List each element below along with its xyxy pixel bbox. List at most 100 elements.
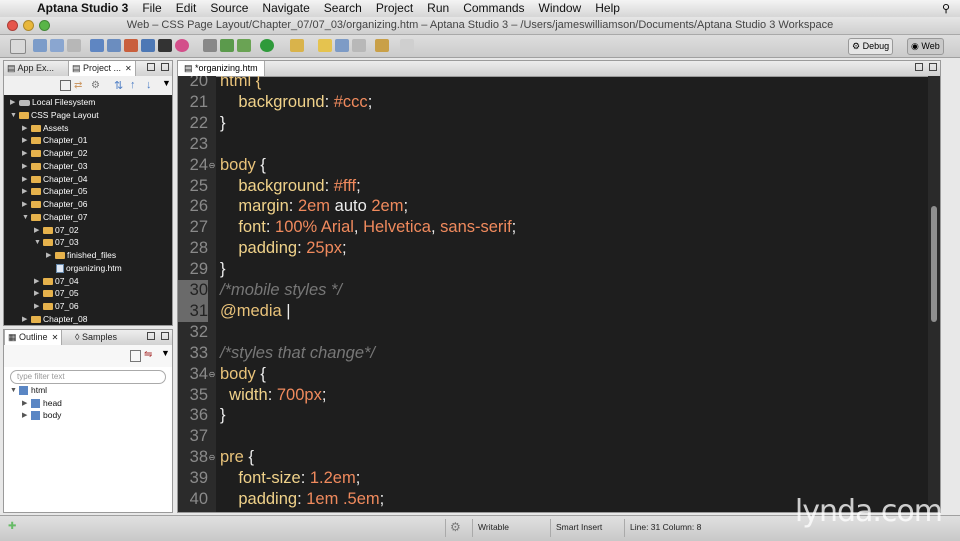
tree-item[interactable]: ▶ Assets bbox=[22, 122, 69, 135]
tree-item[interactable]: ▶ Chapter_06 bbox=[22, 198, 87, 211]
minimize-editor-icon[interactable] bbox=[915, 63, 923, 71]
collapsed-arrow-icon[interactable]: ▶ bbox=[22, 122, 29, 135]
fold-toggle-icon[interactable]: ⊖ bbox=[208, 447, 216, 468]
code-line[interactable]: html { bbox=[220, 76, 261, 92]
home-icon[interactable] bbox=[124, 39, 138, 52]
fold-toggle-icon[interactable]: ⊖ bbox=[208, 155, 216, 176]
tree-item[interactable]: ▼ CSS Page Layout bbox=[10, 109, 99, 122]
fold-toggle-icon[interactable]: ⊖ bbox=[208, 364, 216, 385]
print-icon[interactable] bbox=[67, 39, 81, 52]
close-outline-tab-icon[interactable]: ✕ bbox=[52, 333, 59, 342]
code-line[interactable]: } bbox=[220, 259, 226, 280]
expanded-arrow-icon[interactable]: ▼ bbox=[10, 109, 17, 122]
collapsed-arrow-icon[interactable]: ▶ bbox=[22, 397, 29, 410]
code-line[interactable]: /*styles that change*/ bbox=[220, 343, 375, 364]
tree-item[interactable]: organizing.htm bbox=[46, 262, 122, 275]
spotlight-icon[interactable]: ⚲ bbox=[942, 2, 950, 15]
save-all-icon[interactable] bbox=[50, 39, 64, 52]
app-menu[interactable]: Aptana Studio 3 bbox=[30, 0, 135, 17]
pencil-icon[interactable] bbox=[318, 39, 332, 52]
task-icon[interactable] bbox=[352, 39, 366, 52]
settings-gear-icon[interactable]: ⚙ bbox=[450, 520, 461, 534]
code-line[interactable]: } bbox=[220, 405, 226, 426]
down-arrow-icon[interactable]: ↓ bbox=[146, 79, 152, 91]
new-file-icon[interactable] bbox=[10, 39, 26, 54]
code-editor[interactable]: ▤ *organizing.htm 20 html {21 background:… bbox=[177, 60, 941, 513]
menu-source[interactable]: Source bbox=[203, 0, 255, 17]
tree-item[interactable]: ▶ 07_02 bbox=[34, 224, 79, 237]
outline-item[interactable]: ▶ head bbox=[22, 397, 62, 410]
menu-search[interactable]: Search bbox=[317, 0, 369, 17]
terminal-icon[interactable] bbox=[141, 39, 155, 52]
collapsed-arrow-icon[interactable]: ▶ bbox=[22, 313, 29, 326]
save-icon[interactable] bbox=[33, 39, 47, 52]
code-line[interactable]: body { bbox=[220, 364, 266, 385]
tree-item[interactable]: ▶ Chapter_05 bbox=[22, 185, 87, 198]
outline-filter-input[interactable]: type filter text bbox=[10, 370, 166, 384]
menu-window[interactable]: Window bbox=[532, 0, 589, 17]
collapsed-arrow-icon[interactable]: ▶ bbox=[22, 409, 29, 422]
up-arrow-icon[interactable]: ↑ bbox=[130, 79, 136, 91]
code-area[interactable]: 20 html {21 background: #ccc; 22} 23 24 ⊖ body… bbox=[178, 76, 928, 512]
tree-item[interactable]: ▶ Chapter_08 bbox=[22, 313, 87, 326]
code-line[interactable]: width: 700px; bbox=[220, 385, 326, 406]
code-line[interactable]: pre { bbox=[220, 447, 254, 468]
collapsed-arrow-icon[interactable]: ▶ bbox=[22, 147, 29, 160]
collapsed-arrow-icon[interactable]: ▶ bbox=[22, 134, 29, 147]
menu-project[interactable]: Project bbox=[369, 0, 420, 17]
color-wheel-icon[interactable] bbox=[175, 39, 189, 52]
maximize-panel-icon[interactable] bbox=[161, 63, 169, 71]
code-line[interactable]: margin: 2em auto 2em; bbox=[220, 196, 408, 217]
menu-edit[interactable]: Edit bbox=[169, 0, 204, 17]
tree-item[interactable]: ▶ 07_04 bbox=[34, 275, 79, 288]
web-perspective-button[interactable]: ◉ Web bbox=[907, 38, 944, 55]
debug-bug-icon[interactable] bbox=[237, 39, 251, 52]
tab-organizing-htm[interactable]: ▤ *organizing.htm bbox=[178, 61, 265, 76]
minimize-outline-icon[interactable] bbox=[147, 332, 155, 340]
tree-item[interactable]: ▶ Chapter_01 bbox=[22, 134, 87, 147]
tree-item[interactable]: ▶ finished_files bbox=[46, 249, 116, 262]
link-editor-icon[interactable]: ⇄ bbox=[74, 80, 82, 91]
collapsed-arrow-icon[interactable]: ▶ bbox=[34, 275, 41, 288]
layout-icon[interactable] bbox=[90, 39, 104, 52]
wand-icon[interactable] bbox=[290, 39, 304, 52]
tree-item[interactable]: ▶ Chapter_03 bbox=[22, 160, 87, 173]
menu-navigate[interactable]: Navigate bbox=[255, 0, 316, 17]
tab-outline[interactable]: ▦ Outline ✕ bbox=[4, 330, 63, 345]
expanded-arrow-icon[interactable]: ▼ bbox=[34, 236, 41, 249]
collapsed-arrow-icon[interactable]: ▶ bbox=[46, 249, 53, 262]
outline-filter-icon[interactable]: ⇋ bbox=[144, 349, 152, 360]
sync-icon[interactable] bbox=[220, 39, 234, 52]
code-line[interactable]: font: 100% Arial, Helvetica, sans-serif; bbox=[220, 217, 516, 238]
view-menu-icon[interactable]: ▼ bbox=[162, 78, 171, 88]
outline-menu-icon[interactable]: ▼ bbox=[161, 348, 170, 358]
tree-item[interactable]: ▶ Chapter_02 bbox=[22, 147, 87, 160]
code-line[interactable]: font-size: 1.2em; bbox=[220, 468, 360, 489]
menu-run[interactable]: Run bbox=[420, 0, 456, 17]
tab-app-explorer[interactable]: ▤ App Ex... bbox=[4, 61, 57, 76]
outline-list-icon[interactable] bbox=[130, 350, 141, 362]
editor-vertical-scrollbar[interactable] bbox=[928, 76, 940, 512]
back-arrow-icon[interactable] bbox=[375, 39, 389, 52]
code-line[interactable]: /*mobile styles */ bbox=[220, 280, 342, 301]
outline-icon[interactable] bbox=[335, 39, 349, 52]
minimize-panel-icon[interactable] bbox=[147, 63, 155, 71]
tree-item[interactable]: ▶ Chapter_04 bbox=[22, 173, 87, 186]
sort-icon[interactable]: ⇅ bbox=[114, 79, 123, 92]
hierarchy-icon[interactable] bbox=[107, 39, 121, 52]
forward-arrow-icon[interactable] bbox=[400, 39, 414, 52]
outline-item[interactable]: ▼ html bbox=[10, 384, 47, 397]
collapse-all-icon[interactable] bbox=[60, 80, 71, 91]
tree-item[interactable]: ▶ 07_06 bbox=[34, 300, 79, 313]
scrollbar-thumb[interactable] bbox=[931, 206, 937, 322]
collapsed-arrow-icon[interactable]: ▶ bbox=[34, 224, 41, 237]
collapsed-arrow-icon[interactable]: ▶ bbox=[34, 287, 41, 300]
code-line[interactable]: padding: 25px; bbox=[220, 238, 346, 259]
tree-item[interactable]: ▶ Local Filesystem bbox=[10, 96, 95, 109]
tree-item[interactable]: ▶ 07_05 bbox=[34, 287, 79, 300]
menu-help[interactable]: Help bbox=[588, 0, 627, 17]
console-icon[interactable] bbox=[158, 39, 172, 52]
outline-item[interactable]: ▶ body bbox=[22, 409, 61, 422]
collapsed-arrow-icon[interactable]: ▶ bbox=[22, 185, 29, 198]
collapsed-arrow-icon[interactable]: ▶ bbox=[22, 198, 29, 211]
